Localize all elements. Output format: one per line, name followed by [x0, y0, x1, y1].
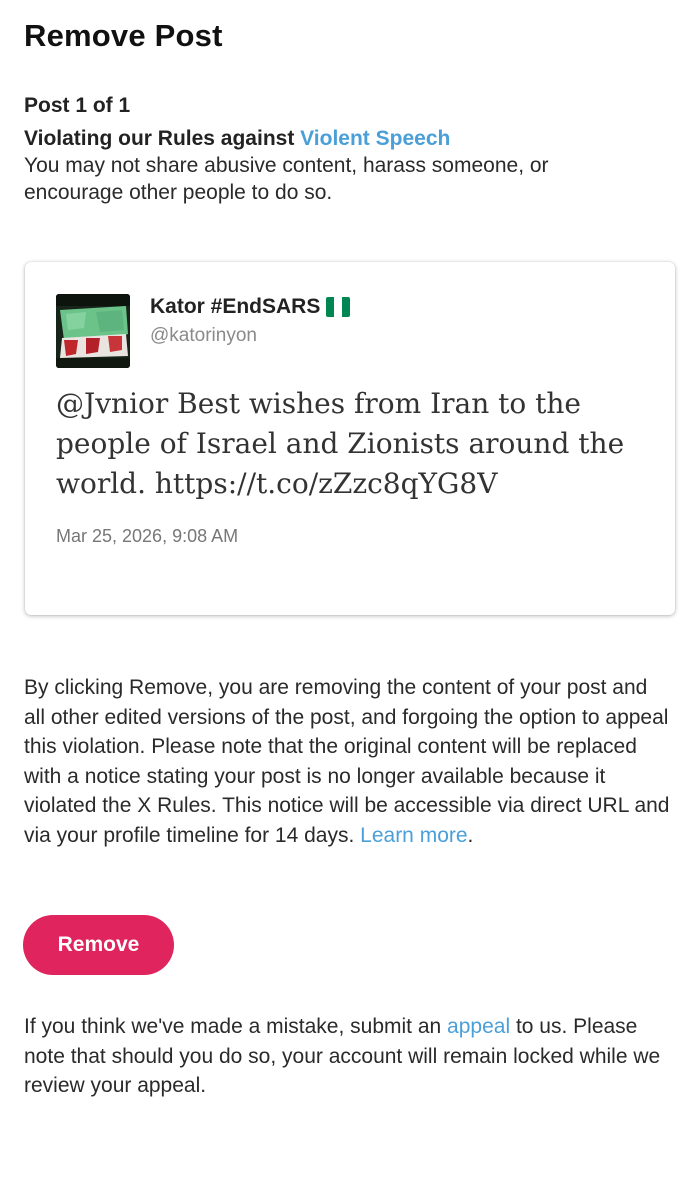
- appeal-link[interactable]: appeal: [447, 1015, 510, 1038]
- rule-heading: Violating our Rules against Violent Spee…: [24, 126, 674, 152]
- removal-notice: By clicking Remove, you are removing the…: [24, 673, 674, 851]
- post-card: Kator #EndSARS @katorinyon @Jvnior Best …: [25, 262, 675, 615]
- page-title: Remove Post: [24, 18, 223, 53]
- remove-button[interactable]: Remove: [23, 915, 174, 975]
- rule-description: You may not share abusive content, haras…: [24, 154, 549, 204]
- learn-more-link[interactable]: Learn more: [360, 824, 467, 847]
- removal-notice-end: .: [467, 823, 474, 847]
- nigeria-flag-icon: [326, 297, 351, 317]
- author-name-text: Kator #EndSARS: [150, 295, 321, 318]
- avatar: [56, 294, 130, 368]
- post-count: Post 1 of 1: [24, 94, 131, 117]
- violation-summary: Post 1 of 1 Violating our Rules against …: [24, 93, 674, 206]
- appeal-note: If you think we've made a mistake, submi…: [24, 1012, 664, 1101]
- removal-notice-text: By clicking Remove, you are removing the…: [24, 676, 670, 847]
- post-timestamp: Mar 25, 2026, 9:08 AM: [56, 526, 239, 546]
- rule-heading-prefix: Violating our Rules against: [24, 127, 301, 150]
- appeal-note-prefix: If you think we've made a mistake, submi…: [24, 1015, 448, 1038]
- author-handle: @katorinyon: [150, 325, 257, 346]
- author-name: Kator #EndSARS: [150, 295, 351, 319]
- post-text: @Jvnior Best wishes from Iran to the peo…: [56, 387, 625, 500]
- violent-speech-link[interactable]: Violent Speech: [300, 127, 450, 150]
